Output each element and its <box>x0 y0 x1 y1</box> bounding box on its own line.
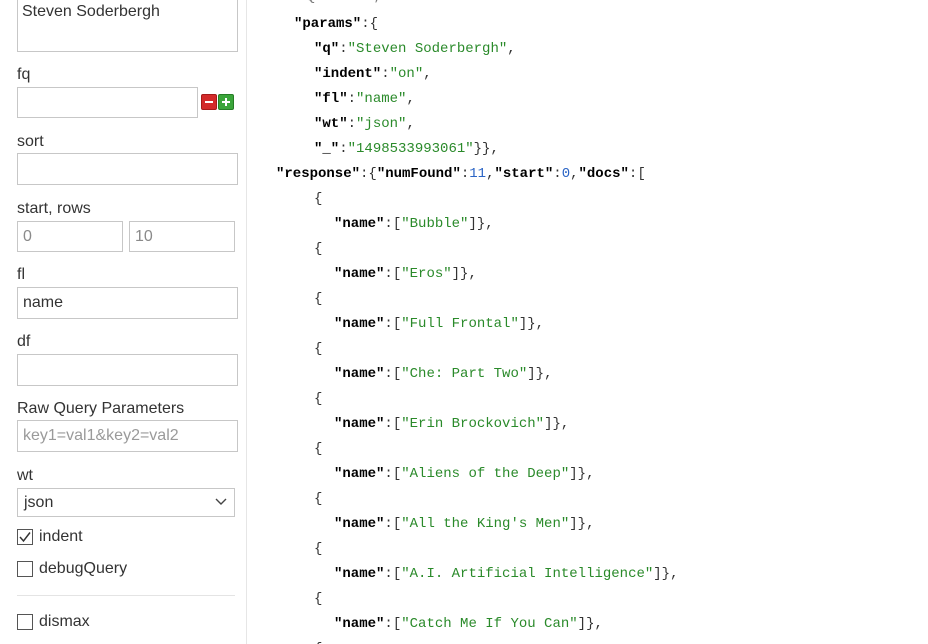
raw-params-label: Raw Query Parameters <box>17 400 185 417</box>
doc-name-value: "Eros" <box>401 266 452 282</box>
doc-name-line: "name":["All the King's Men"]}, <box>334 516 595 532</box>
param-indent-line: "indent":"on", <box>314 66 432 82</box>
clipped-line: "QTime":2, <box>298 0 382 5</box>
df-label: df <box>17 333 31 350</box>
param-underscore-line: "_":"1498533993061"}}, <box>314 141 499 157</box>
start-input[interactable] <box>17 221 123 252</box>
doc-name-line: "name":["Aliens of the Deep"]}, <box>334 466 595 482</box>
chevron-down-icon <box>215 498 227 505</box>
checkmark-icon <box>19 532 31 543</box>
indent-checkbox[interactable] <box>17 529 33 545</box>
sort-label: sort <box>17 133 44 150</box>
fl-input[interactable] <box>17 287 238 319</box>
doc-name-line: "name":["Full Frontal"]}, <box>334 316 545 332</box>
doc-name-value: "A.I. Artificial Intelligence" <box>401 566 654 582</box>
fl-label: fl <box>17 266 25 283</box>
debug-query-checkbox[interactable] <box>17 561 33 577</box>
doc-name-line: "name":["Erin Brockovich"]}, <box>334 416 570 432</box>
doc-open-brace: { <box>314 491 323 507</box>
param-q-line: "q":"Steven Soderbergh", <box>314 41 516 57</box>
fq-input[interactable] <box>17 87 198 118</box>
doc-name-line: "name":["A.I. Artificial Intelligence"]}… <box>334 566 679 582</box>
param-wt-line: "wt":"json", <box>314 116 415 132</box>
doc-open-brace: { <box>314 591 323 607</box>
wt-label: wt <box>17 467 33 484</box>
query-form-panel: Steven Soderbergh fq sort start, rows fl… <box>0 0 247 644</box>
q-textarea[interactable]: Steven Soderbergh <box>17 0 238 52</box>
doc-name-line: "name":["Catch Me If You Can"]}, <box>334 616 603 632</box>
doc-name-value: "Erin Brockovich" <box>401 416 545 432</box>
doc-open-brace: { <box>314 541 323 557</box>
fq-label: fq <box>17 66 31 83</box>
doc-name-value: "Full Frontal" <box>401 316 519 332</box>
doc-open-brace: { <box>314 191 323 207</box>
wt-selected-value: json <box>24 494 54 511</box>
start-rows-label: start, rows <box>17 200 91 217</box>
params-line: "params":{ <box>294 16 379 32</box>
remove-fq-button[interactable] <box>201 94 217 110</box>
doc-open-brace: { <box>314 441 323 457</box>
debug-query-label: debugQuery <box>39 560 128 577</box>
doc-name-value: "All the King's Men" <box>401 516 570 532</box>
section-divider <box>17 595 235 596</box>
doc-open-brace: { <box>314 391 323 407</box>
doc-name-value: "Catch Me If You Can" <box>401 616 578 632</box>
dismax-label: dismax <box>39 613 90 630</box>
sort-input[interactable] <box>17 153 238 185</box>
doc-name-value: "Che: Part Two" <box>401 366 528 382</box>
wt-select[interactable]: json <box>17 488 235 517</box>
add-fq-button[interactable] <box>218 94 234 110</box>
doc-name-value: "Aliens of the Deep" <box>401 466 570 482</box>
rows-input[interactable] <box>129 221 235 252</box>
df-input[interactable] <box>17 354 238 386</box>
doc-open-brace: { <box>314 341 323 357</box>
doc-name-line: "name":["Bubble"]}, <box>334 216 494 232</box>
raw-params-input[interactable] <box>17 420 238 452</box>
param-fl-line: "fl":"name", <box>314 91 415 107</box>
doc-open-brace: { <box>314 291 323 307</box>
doc-name-value: "Bubble" <box>401 216 469 232</box>
indent-label: indent <box>39 528 83 545</box>
doc-name-line: "name":["Eros"]}, <box>334 266 477 282</box>
json-response-pane: "QTime":2, "params":{ "q":"Steven Soderb… <box>248 0 928 644</box>
doc-open-brace: { <box>314 241 323 257</box>
dismax-checkbox[interactable] <box>17 614 33 630</box>
response-line: "response":{"numFound":11,"start":0,"doc… <box>276 166 646 182</box>
doc-name-line: "name":["Che: Part Two"]}, <box>334 366 553 382</box>
